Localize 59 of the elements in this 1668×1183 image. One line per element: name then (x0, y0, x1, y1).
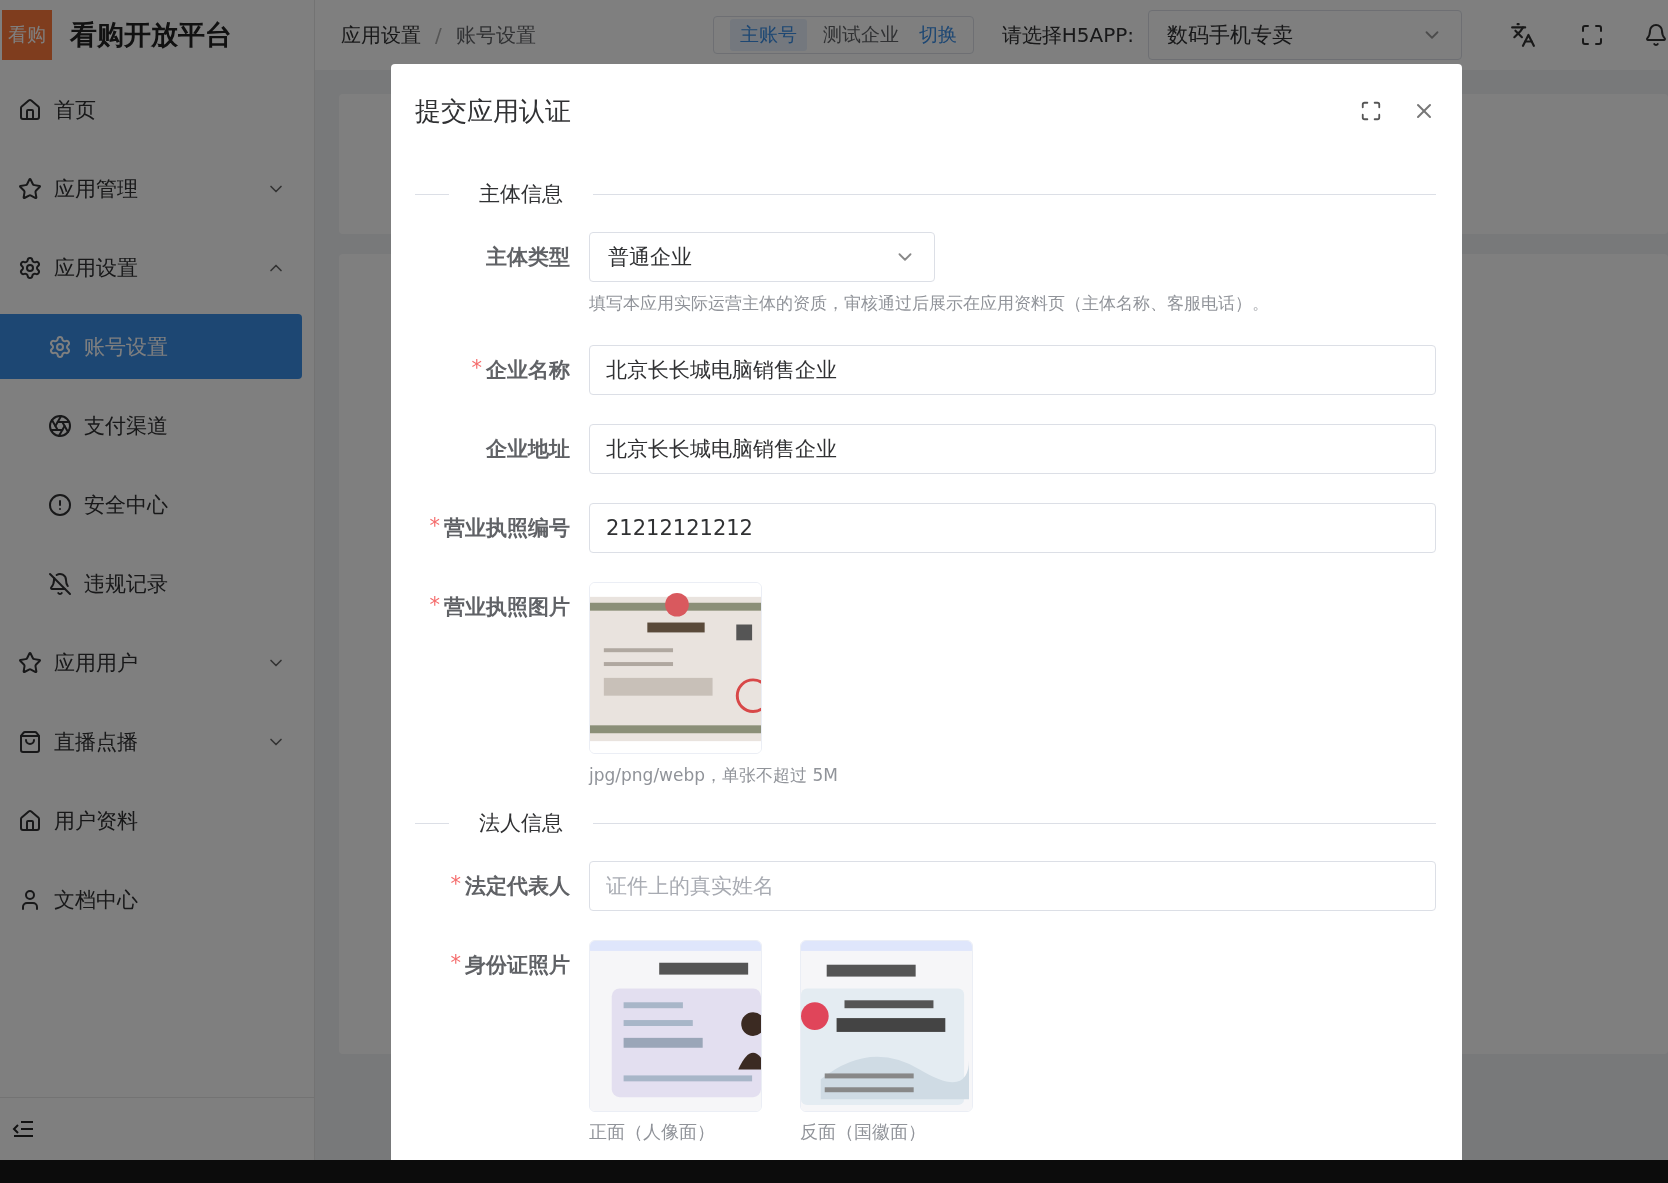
field-hint: 填写本应用实际运营主体的资质，审核通过后展示在应用资料页（主体名称、客服电话）。 (589, 292, 1270, 315)
translate-icon[interactable] (1510, 22, 1536, 48)
modal-title: 提交应用认证 (415, 94, 572, 128)
section-title: 法人信息 (478, 810, 564, 837)
sidebar-item[interactable]: 直播点播 (0, 702, 314, 781)
sidebar-item[interactable]: 应用设置 (0, 228, 314, 307)
bell-icon[interactable] (1644, 23, 1668, 47)
image-caption: 反面（国徽面） (800, 1120, 927, 1144)
sidebar-item[interactable]: 应用用户 (0, 623, 314, 702)
input-field[interactable]: 北京长长城电脑销售企业 (589, 345, 1436, 395)
collapse-menu-icon (12, 1119, 34, 1139)
fullscreen-icon[interactable] (1580, 23, 1604, 47)
sidebar-subitem[interactable]: 账号设置 (0, 314, 302, 379)
sidebar-subitem[interactable]: 支付渠道 (0, 386, 314, 465)
field-label: 法定代表人 (465, 873, 570, 900)
menu-icon (48, 492, 72, 517)
account-option[interactable]: 测试企业 (812, 19, 909, 51)
input-field[interactable]: 北京长长城电脑销售企业 (589, 424, 1436, 474)
menu-icon (18, 729, 42, 754)
menu-icon (48, 413, 72, 438)
menu-icon (18, 650, 42, 675)
switch-link[interactable]: 切换 (918, 22, 957, 48)
sidebar-item[interactable]: 首页 (0, 70, 314, 149)
subject-type-select[interactable]: 普通企业 (589, 232, 935, 282)
menu-icon (18, 176, 42, 201)
required-mark: * (450, 951, 461, 975)
field-label: 营业执照编号 (444, 515, 570, 542)
breadcrumb-current: 账号设置 (455, 21, 536, 49)
app-select-label: 请选择H5APP: (1001, 21, 1134, 49)
sidebar-subitem[interactable]: 违规记录 (0, 544, 314, 623)
menu-icon (18, 255, 42, 280)
field-label: 身份证照片 (465, 952, 570, 979)
required-mark: * (450, 872, 461, 896)
image-caption: 正面（人像面） (589, 1120, 716, 1144)
input-field[interactable]: 证件上的真实姓名 (589, 861, 1436, 911)
menu-icon (18, 97, 42, 122)
menu-icon (18, 808, 42, 833)
sidebar-subitem[interactable]: 安全中心 (0, 465, 314, 544)
sidebar-item[interactable]: 用户资料 (0, 781, 314, 860)
field-label: 企业地址 (486, 436, 570, 463)
required-mark: * (429, 593, 440, 617)
breadcrumb-link[interactable]: 应用设置 (341, 21, 421, 49)
input-field[interactable]: 21212121212 (589, 503, 1436, 553)
section-title: 主体信息 (478, 181, 564, 208)
app-select[interactable]: 数码手机专卖 (1148, 10, 1462, 60)
required-mark: * (429, 514, 440, 538)
sidebar-item[interactable]: 应用管理 (0, 149, 314, 228)
app-title: 看购开放平台 (70, 18, 232, 52)
sidebar-item[interactable]: 文档中心 (0, 860, 314, 939)
required-mark: * (471, 356, 482, 380)
field-label: 主体类型 (486, 244, 570, 271)
breadcrumb-separator: / (435, 23, 442, 47)
fullscreen-icon[interactable] (1360, 100, 1382, 122)
menu-icon (48, 571, 72, 596)
menu-icon (48, 334, 72, 359)
field-hint: jpg/png/webp，单张不超过 5M (589, 764, 839, 787)
logo: 看购 (2, 10, 52, 60)
field-label: 营业执照图片 (444, 594, 570, 621)
field-label: 企业名称 (486, 357, 570, 384)
